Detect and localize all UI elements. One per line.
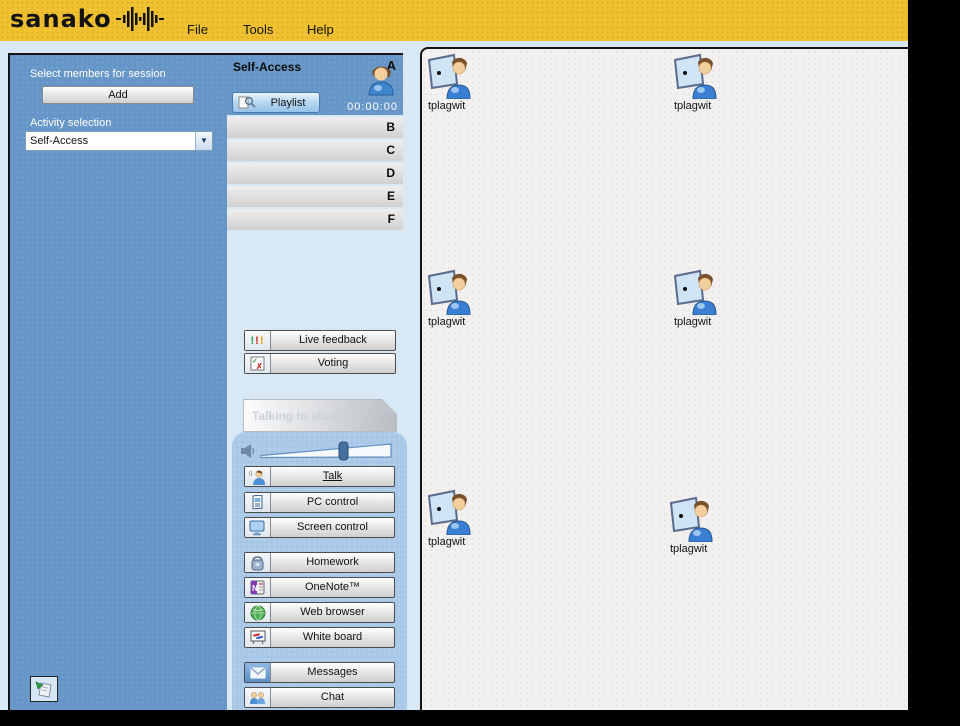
chevron-down-icon[interactable]: ▼ <box>195 132 212 150</box>
onenote-label: OneNote™ <box>271 578 394 597</box>
svg-text:✗: ✗ <box>256 362 263 371</box>
onenote-button[interactable]: N OneNote™ <box>244 577 395 598</box>
student-tile[interactable]: tplagwit <box>668 496 748 555</box>
messages-label: Messages <box>271 663 394 682</box>
volume-slider[interactable] <box>259 440 395 462</box>
session-timer: 00:00:00 <box>347 101 398 113</box>
activity-select[interactable]: Self-Access ▼ <box>25 131 213 151</box>
web-browser-button[interactable]: Web browser <box>244 602 395 623</box>
student-icon <box>668 496 714 542</box>
live-feedback-icon: !!! <box>245 331 271 350</box>
menu-file[interactable]: File <box>187 22 208 37</box>
activity-selection-label: Activity selection <box>30 117 111 129</box>
student-name: tplagwit <box>426 536 506 548</box>
student-name: tplagwit <box>668 543 748 555</box>
white-board-button[interactable]: White board <box>244 627 395 648</box>
chat-button[interactable]: Chat <box>244 687 395 708</box>
title-bar: sanako File Tools Help <box>0 0 908 41</box>
svg-text:((: (( <box>249 471 253 477</box>
talk-icon: (( <box>245 467 271 486</box>
waveform-icon <box>116 6 172 32</box>
student-icon <box>426 269 472 315</box>
student-icon <box>672 53 718 99</box>
white-board-icon <box>245 628 271 647</box>
student-tile[interactable]: tplagwit <box>426 269 506 328</box>
menu-help[interactable]: Help <box>307 22 334 37</box>
session-row-c[interactable]: C <box>227 140 403 161</box>
session-title: Self-Access <box>233 60 301 74</box>
logo-text: sanako <box>10 5 112 33</box>
live-feedback-label: Live feedback <box>271 331 395 350</box>
teacher-avatar-icon <box>366 62 396 96</box>
select-members-label: Select members for session <box>30 68 166 80</box>
chat-icon <box>245 688 271 707</box>
session-memo-button[interactable] <box>30 676 58 702</box>
web-browser-icon <box>245 603 271 622</box>
chat-label: Chat <box>271 688 394 707</box>
session-row-a[interactable]: Self-Access A Playlist 00:00:00 <box>227 53 403 115</box>
note-fold-icon <box>382 399 397 414</box>
session-row-b[interactable]: B <box>227 117 403 138</box>
web-browser-label: Web browser <box>271 603 394 622</box>
memo-icon <box>34 680 54 698</box>
session-row-f[interactable]: F <box>227 209 403 230</box>
classroom-view: tplagwit tplagwit tplagwit tplagwit tpla… <box>420 47 908 710</box>
app-window: sanako File Tools Help <box>0 0 908 710</box>
homework-label: Homework <box>271 553 394 572</box>
talk-button[interactable]: (( Talk <box>244 466 395 487</box>
student-icon <box>672 269 718 315</box>
pc-control-icon <box>245 493 271 512</box>
sanako-logo: sanako <box>10 5 172 33</box>
status-note: Talking to students <box>243 399 397 432</box>
add-button[interactable]: Add <box>42 86 194 104</box>
speaker-icon <box>240 442 256 460</box>
student-name: tplagwit <box>672 100 752 112</box>
screen: sanako File Tools Help <box>0 0 960 726</box>
session-setup-panel: Select members for session Add Activity … <box>8 53 227 710</box>
student-tile[interactable]: tplagwit <box>672 53 752 112</box>
status-note-text: Talking to students <box>252 409 361 423</box>
talk-label: Talk <box>271 467 394 486</box>
pc-control-button[interactable]: PC control <box>244 492 395 513</box>
homework-icon <box>245 553 271 572</box>
volume-handle[interactable] <box>339 442 348 460</box>
screen-control-label: Screen control <box>271 518 394 537</box>
student-name: tplagwit <box>426 100 506 112</box>
white-board-label: White board <box>271 628 394 647</box>
playlist-icon <box>237 95 257 110</box>
menu-tools[interactable]: Tools <box>243 22 273 37</box>
onenote-icon: N <box>245 578 271 597</box>
voting-label: Voting <box>271 354 395 373</box>
messages-icon <box>245 663 271 682</box>
playlist-button[interactable]: Playlist <box>232 92 320 113</box>
student-name: tplagwit <box>426 316 506 328</box>
screen-control-button[interactable]: Screen control <box>244 517 395 538</box>
homework-button[interactable]: Homework <box>244 552 395 573</box>
voting-button[interactable]: ✓ ✗ Voting <box>244 353 396 374</box>
screen-control-icon <box>245 518 271 537</box>
student-icon <box>426 53 472 99</box>
voting-icon: ✓ ✗ <box>245 354 271 373</box>
student-icon <box>426 489 472 535</box>
session-row-e[interactable]: E <box>227 186 403 207</box>
control-panel: (( Talk PC control <box>232 432 407 710</box>
messages-button[interactable]: Messages <box>244 662 395 683</box>
student-tile[interactable]: tplagwit <box>426 53 506 112</box>
session-row-d[interactable]: D <box>227 163 403 184</box>
svg-text:N: N <box>252 584 258 593</box>
student-tile[interactable]: tplagwit <box>672 269 752 328</box>
pc-control-label: PC control <box>271 493 394 512</box>
student-tile[interactable]: tplagwit <box>426 489 506 548</box>
activity-select-value: Self-Access <box>26 135 195 147</box>
student-name: tplagwit <box>672 316 752 328</box>
playlist-button-label: Playlist <box>257 97 319 109</box>
live-feedback-button[interactable]: !!! Live feedback <box>244 330 396 351</box>
